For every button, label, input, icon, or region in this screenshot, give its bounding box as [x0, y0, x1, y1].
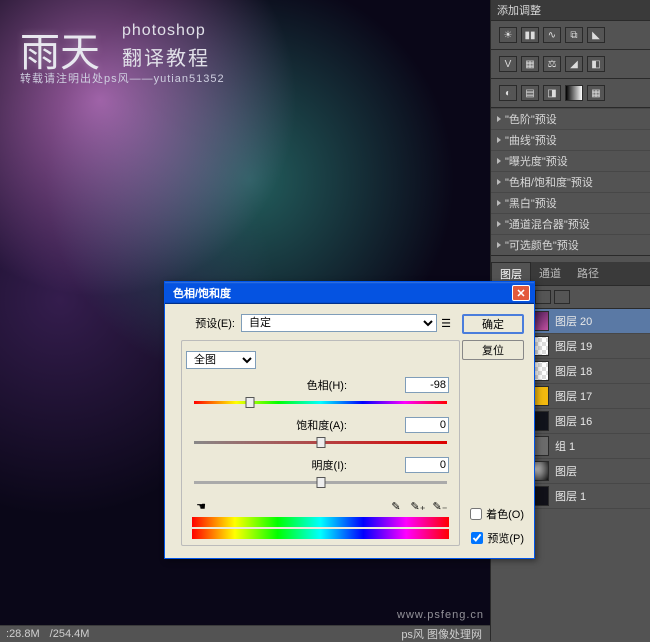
layer-name: 图层 17: [555, 388, 592, 404]
vibrance-icon[interactable]: ◣: [587, 27, 605, 43]
preset-bw[interactable]: "黑白"预设: [491, 192, 650, 213]
selective-color-icon[interactable]: ◧: [587, 56, 605, 72]
layer-name: 图层 19: [555, 338, 592, 354]
status-right: ps风 图像处理网: [401, 626, 482, 642]
photo-filter-icon[interactable]: ▦: [521, 56, 539, 72]
posterize-icon[interactable]: ▤: [521, 85, 539, 101]
layer-name: 图层 1: [555, 488, 586, 504]
lut-icon[interactable]: ▦: [587, 85, 605, 101]
hue-label: 色相(H):: [192, 377, 405, 393]
saturation-slider[interactable]: [194, 435, 447, 449]
watermark-site: www.psfeng.cn: [397, 609, 484, 621]
preset-label: 预设(E):: [177, 315, 235, 331]
chevron-right-icon: [497, 200, 501, 206]
levels-icon[interactable]: ▮▮: [521, 27, 539, 43]
exposure-icon[interactable]: ⧉: [565, 27, 583, 43]
finger-icon[interactable]: ☚: [192, 497, 210, 515]
lightness-input[interactable]: [405, 457, 449, 473]
layer-name: 图层: [555, 463, 577, 479]
hue-saturation-dialog: 色相/饱和度 ✕ 预设(E): 自定 ☰ 全图 色相(H): 饱和度(A):: [164, 281, 535, 559]
preset-selective-color[interactable]: "可选颜色"预设: [491, 234, 650, 255]
chevron-right-icon: [497, 137, 501, 143]
lock-position-icon[interactable]: [535, 290, 551, 304]
preset-exposure[interactable]: "曝光度"预设: [491, 150, 650, 171]
preset-levels[interactable]: "色阶"预设: [491, 108, 650, 129]
preset-curves[interactable]: "曲线"预设: [491, 129, 650, 150]
channel-mixer-icon[interactable]: ⚖: [543, 56, 561, 72]
hue-bar-bottom: [192, 529, 449, 539]
preset-channel-mixer[interactable]: "通道混合器"预设: [491, 213, 650, 234]
tab-channels[interactable]: 通道: [531, 262, 569, 285]
bw-icon[interactable]: V: [499, 56, 517, 72]
colorize-checkbox[interactable]: 着色(O): [470, 506, 524, 522]
edit-select[interactable]: 全图: [186, 351, 256, 369]
preset-select[interactable]: 自定: [241, 314, 437, 332]
lock-all-icon[interactable]: [554, 290, 570, 304]
gradient-icon[interactable]: [565, 85, 583, 101]
layer-name: 图层 20: [555, 313, 592, 329]
brightness-icon[interactable]: ☀: [499, 27, 517, 43]
layer-name: 图层 18: [555, 363, 592, 379]
hue-slider[interactable]: [194, 395, 447, 409]
preview-checkbox[interactable]: 预览(P): [471, 530, 524, 546]
eyedropper-sub-icon[interactable]: ✎₋: [431, 497, 449, 515]
saturation-input[interactable]: [405, 417, 449, 433]
watermark-credit: 转载请注明出处ps风——yutian51352: [20, 70, 225, 86]
status-zoom: :28.8M/254.4M: [6, 628, 99, 640]
layer-name: 组 1: [555, 438, 575, 454]
cancel-button[interactable]: 复位: [462, 340, 524, 360]
tab-paths[interactable]: 路径: [569, 262, 607, 285]
lightness-label: 明度(I):: [192, 457, 405, 473]
chevron-right-icon: [497, 116, 501, 122]
lightness-slider[interactable]: [194, 475, 447, 489]
chevron-right-icon: [497, 242, 501, 248]
chevron-right-icon: [497, 221, 501, 227]
close-button[interactable]: ✕: [512, 285, 530, 301]
adjustments-icons-row2: V ▦ ⚖ ◢ ◧: [491, 50, 650, 79]
edit-group: 全图 色相(H): 饱和度(A): 明度(I): ☚: [181, 340, 460, 546]
dialog-titlebar[interactable]: 色相/饱和度 ✕: [165, 282, 534, 304]
dialog-title: 色相/饱和度: [169, 285, 512, 301]
preset-menu-icon[interactable]: ☰: [437, 314, 455, 332]
eyedropper-add-icon[interactable]: ✎₊: [409, 497, 427, 515]
hue-bar-top: [192, 517, 449, 527]
hue-input[interactable]: [405, 377, 449, 393]
watermark-line2: 翻译教程: [122, 42, 210, 71]
layer-name: 图层 16: [555, 413, 592, 429]
chevron-right-icon: [497, 158, 501, 164]
status-bar: :28.8M/254.4M ps风 图像处理网: [0, 625, 490, 641]
adjustments-icons-row1: ☀ ▮▮ ∿ ⧉ ◣: [491, 21, 650, 50]
watermark-line1: photoshop: [122, 22, 206, 40]
threshold-icon[interactable]: ◨: [543, 85, 561, 101]
chevron-right-icon: [497, 179, 501, 185]
ok-button[interactable]: 确定: [462, 314, 524, 334]
saturation-label: 饱和度(A):: [192, 417, 405, 433]
gradient-map-icon[interactable]: ◢: [565, 56, 583, 72]
curves-icon[interactable]: ∿: [543, 27, 561, 43]
adjustments-icons-row3: ◐ ▤ ◨ ▦: [491, 79, 650, 108]
adjustments-title: 添加调整: [491, 0, 650, 21]
preset-hue-sat[interactable]: "色相/饱和度"预设: [491, 171, 650, 192]
invert-icon[interactable]: ◐: [499, 85, 517, 101]
eyedropper-icon[interactable]: ✎: [387, 497, 405, 515]
adjustment-presets: "色阶"预设 "曲线"预设 "曝光度"预设 "色相/饱和度"预设 "黑白"预设 …: [491, 108, 650, 256]
